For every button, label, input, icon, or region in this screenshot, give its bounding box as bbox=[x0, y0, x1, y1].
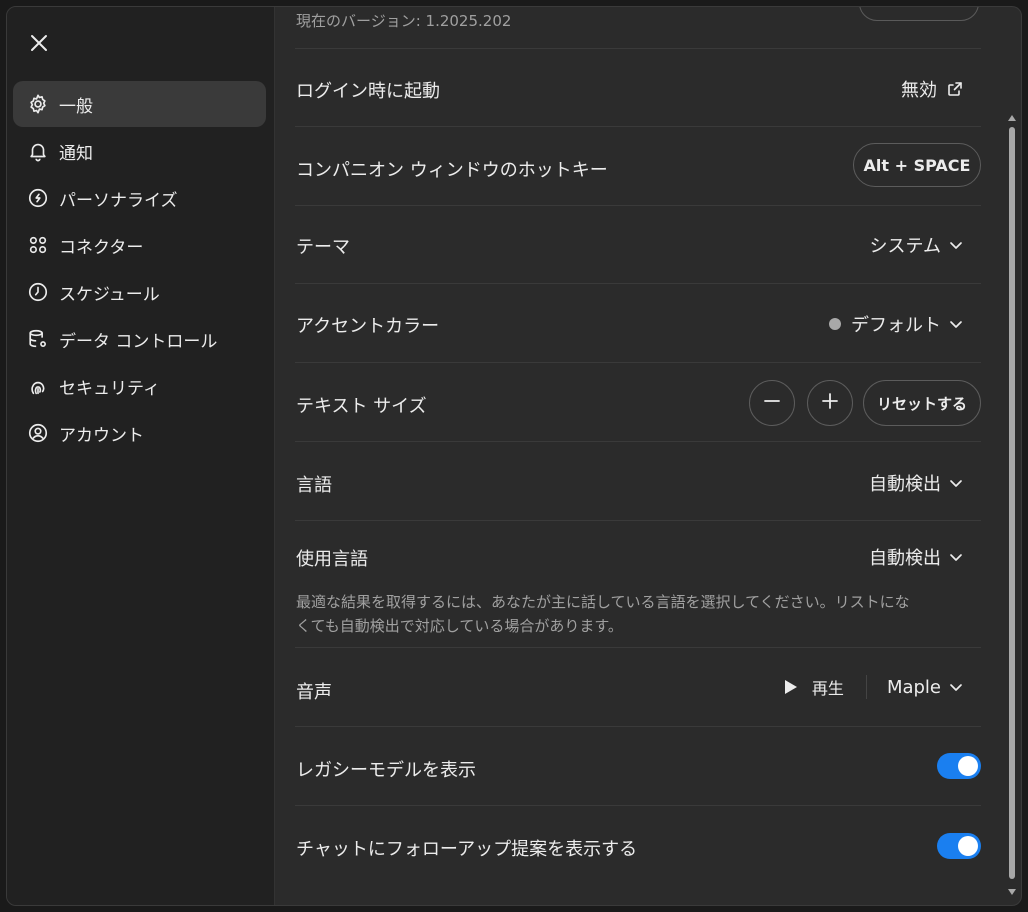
hotkey-button[interactable]: Alt + SPACE bbox=[853, 143, 981, 187]
spoken-language-label: 使用言語 bbox=[296, 549, 368, 570]
row-text-size: テキスト サイズ リセットする bbox=[295, 363, 981, 442]
version-text: 現在のバージョン: 1.2025.202 bbox=[296, 12, 512, 30]
chevron-down-icon bbox=[949, 680, 963, 694]
security-icon bbox=[27, 375, 49, 397]
play-icon bbox=[784, 679, 798, 695]
settings-main: 現在のバージョン: 1.2025.202 ログイン時に起動 無効 コンパニオン … bbox=[275, 7, 1021, 905]
database-gear-icon bbox=[27, 328, 49, 350]
decrease-text-button[interactable] bbox=[749, 380, 795, 426]
language-label: 言語 bbox=[296, 475, 332, 496]
divider bbox=[865, 675, 867, 699]
sidebar-item-label: セキュリティ bbox=[59, 378, 160, 399]
sidebar-item-label: スケジュール bbox=[59, 284, 160, 305]
language-value: 自動検出 bbox=[869, 474, 941, 495]
login-start-label: ログイン時に起動 bbox=[296, 81, 440, 102]
row-login-start: ログイン時に起動 無効 bbox=[295, 48, 981, 127]
sidebar-item-label: 一般 bbox=[59, 96, 93, 117]
sidebar: 一般 通知 パーソナライズ コネクター スケジュール データ コントロール セキ… bbox=[7, 7, 275, 905]
scroll-up-arrow-icon[interactable] bbox=[1007, 113, 1017, 123]
sidebar-item-label: パーソナライズ bbox=[59, 190, 178, 211]
scroll-down-arrow-icon[interactable] bbox=[1007, 887, 1017, 897]
sidebar-item-general[interactable]: 一般 bbox=[13, 81, 266, 127]
accent-dropdown[interactable]: デフォルト bbox=[829, 311, 981, 337]
sidebar-item-notifications[interactable]: 通知 bbox=[13, 128, 266, 174]
sidebar-item-connectors[interactable]: コネクター bbox=[13, 222, 266, 268]
version-row: 現在のバージョン: 1.2025.202 bbox=[295, 7, 981, 49]
toggle-knob bbox=[958, 836, 978, 856]
row-legacy-models: レガシーモデルを表示 bbox=[295, 727, 981, 806]
login-start-control[interactable]: 無効 bbox=[901, 76, 981, 102]
legacy-models-label: レガシーモデルを表示 bbox=[296, 760, 476, 781]
voice-label: 音声 bbox=[296, 682, 332, 703]
spoken-language-description: 最適な結果を取得するには、あなたが主に話している言語を選択してください。リストに… bbox=[296, 593, 910, 635]
sidebar-item-label: データ コントロール bbox=[59, 331, 218, 352]
scrollbar[interactable] bbox=[1007, 7, 1017, 905]
row-theme: テーマ システム bbox=[295, 206, 981, 284]
toggle-knob bbox=[958, 756, 978, 776]
increase-text-button[interactable] bbox=[807, 380, 853, 426]
chevron-down-icon bbox=[949, 317, 963, 331]
sidebar-item-label: アカウント bbox=[59, 425, 144, 446]
voice-dropdown[interactable]: Maple bbox=[887, 677, 981, 698]
row-language: 言語 自動検出 bbox=[295, 442, 981, 521]
check-update-button[interactable] bbox=[859, 7, 979, 21]
scroll-thumb[interactable] bbox=[1009, 127, 1015, 879]
sidebar-item-label: コネクター bbox=[59, 237, 144, 258]
text-size-label: テキスト サイズ bbox=[296, 396, 427, 417]
spoken-language-value: 自動検出 bbox=[869, 548, 941, 569]
gear-icon bbox=[27, 93, 49, 115]
sidebar-item-data-controls[interactable]: データ コントロール bbox=[13, 316, 266, 362]
clock-icon bbox=[27, 281, 49, 303]
row-voice: 音声 再生 Maple bbox=[295, 648, 981, 727]
reset-text-size-button[interactable]: リセットする bbox=[863, 380, 981, 426]
row-accent-color: アクセントカラー デフォルト bbox=[295, 284, 981, 363]
legacy-models-toggle[interactable] bbox=[937, 753, 981, 779]
bell-icon bbox=[27, 140, 49, 162]
theme-label: テーマ bbox=[296, 237, 350, 258]
accent-color-dot bbox=[829, 318, 841, 330]
sidebar-item-label: 通知 bbox=[59, 143, 93, 164]
voice-value: Maple bbox=[886, 676, 941, 698]
language-dropdown[interactable]: 自動検出 bbox=[869, 470, 981, 496]
external-link-icon bbox=[947, 81, 963, 97]
accent-value: デフォルト bbox=[851, 315, 941, 336]
minus-icon bbox=[763, 392, 781, 414]
sidebar-item-account[interactable]: アカウント bbox=[13, 410, 266, 456]
settings-window: 一般 通知 パーソナライズ コネクター スケジュール データ コントロール セキ… bbox=[6, 6, 1022, 906]
row-followup-suggestions: チャットにフォローアップ提案を表示する bbox=[295, 806, 981, 886]
theme-dropdown[interactable]: システム bbox=[870, 232, 981, 258]
sidebar-item-schedule[interactable]: スケジュール bbox=[13, 269, 266, 315]
account-icon bbox=[27, 422, 49, 444]
chevron-down-icon bbox=[949, 238, 963, 252]
row-hotkey: コンパニオン ウィンドウのホットキー Alt + SPACE bbox=[295, 127, 981, 206]
theme-value: システム bbox=[869, 236, 941, 257]
row-spoken-language: 使用言語 自動検出 最適な結果を取得するには、あなたが主に話している言語を選択し… bbox=[295, 521, 981, 648]
close-button[interactable] bbox=[25, 31, 53, 59]
sidebar-item-personalize[interactable]: パーソナライズ bbox=[13, 175, 266, 221]
sidebar-nav: 一般 通知 パーソナライズ コネクター スケジュール データ コントロール セキ… bbox=[13, 81, 266, 457]
hotkey-label: コンパニオン ウィンドウのホットキー bbox=[296, 160, 608, 181]
chevron-down-icon bbox=[949, 550, 963, 564]
accent-label: アクセントカラー bbox=[296, 316, 440, 337]
followup-label: チャットにフォローアップ提案を表示する bbox=[296, 839, 638, 860]
personalize-icon bbox=[27, 187, 49, 209]
connectors-icon bbox=[27, 234, 49, 256]
plus-icon bbox=[821, 392, 839, 414]
spoken-language-dropdown[interactable]: 自動検出 bbox=[869, 544, 981, 570]
chevron-down-icon bbox=[949, 476, 963, 490]
login-start-value: 無効 bbox=[901, 80, 937, 101]
close-icon bbox=[30, 34, 48, 56]
sidebar-item-security[interactable]: セキュリティ bbox=[13, 363, 266, 409]
followup-toggle[interactable] bbox=[937, 833, 981, 859]
play-voice-button[interactable]: 再生 bbox=[784, 675, 844, 699]
play-label: 再生 bbox=[811, 679, 844, 698]
